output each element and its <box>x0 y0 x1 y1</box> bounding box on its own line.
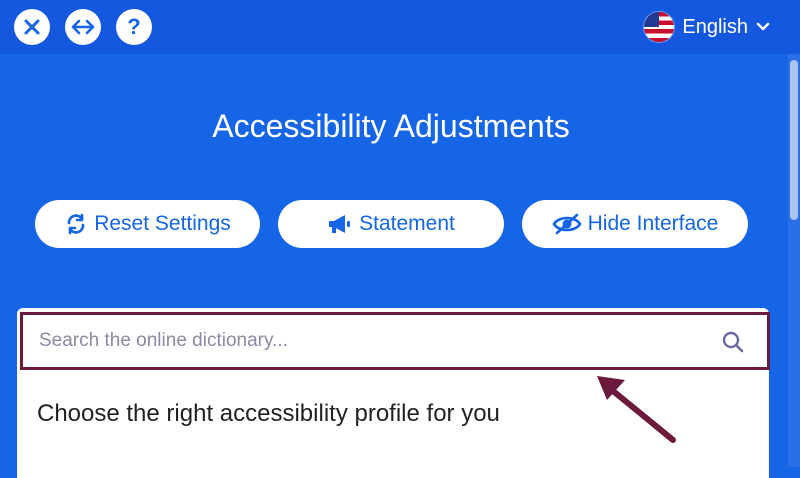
statement-label: Statement <box>359 212 455 235</box>
help-button[interactable]: ? <box>116 9 152 45</box>
hide-interface-label: Hide Interface <box>587 212 719 235</box>
us-flag-icon <box>644 12 675 42</box>
reset-icon <box>67 213 85 235</box>
search-icon[interactable] <box>721 330 745 354</box>
resize-horizontal-icon <box>71 19 95 35</box>
reset-settings-button[interactable]: Reset Settings <box>35 200 260 248</box>
close-icon <box>24 19 40 35</box>
search-input[interactable] <box>37 329 681 353</box>
language-label: English <box>682 15 748 38</box>
chevron-down-icon <box>756 22 770 31</box>
page-title: Accessibility Adjustments <box>212 108 570 144</box>
megaphone-icon <box>329 215 351 233</box>
profiles-heading: Choose the right accessibility profile f… <box>37 400 500 427</box>
scrollbar[interactable] <box>788 54 800 467</box>
top-bar: ? English <box>0 0 800 54</box>
scrollbar-thumb[interactable] <box>790 60 798 220</box>
hide-interface-button[interactable]: Hide Interface <box>522 200 748 248</box>
help-icon: ? <box>127 14 141 39</box>
dictionary-search <box>20 312 770 370</box>
resize-button[interactable] <box>65 9 101 45</box>
annotation-arrow-icon <box>597 376 676 443</box>
reset-settings-label: Reset Settings <box>94 212 231 235</box>
statement-button[interactable]: Statement <box>278 200 504 248</box>
eye-slash-icon <box>552 213 582 235</box>
language-selector[interactable]: English <box>644 11 770 43</box>
close-button[interactable] <box>14 9 50 45</box>
